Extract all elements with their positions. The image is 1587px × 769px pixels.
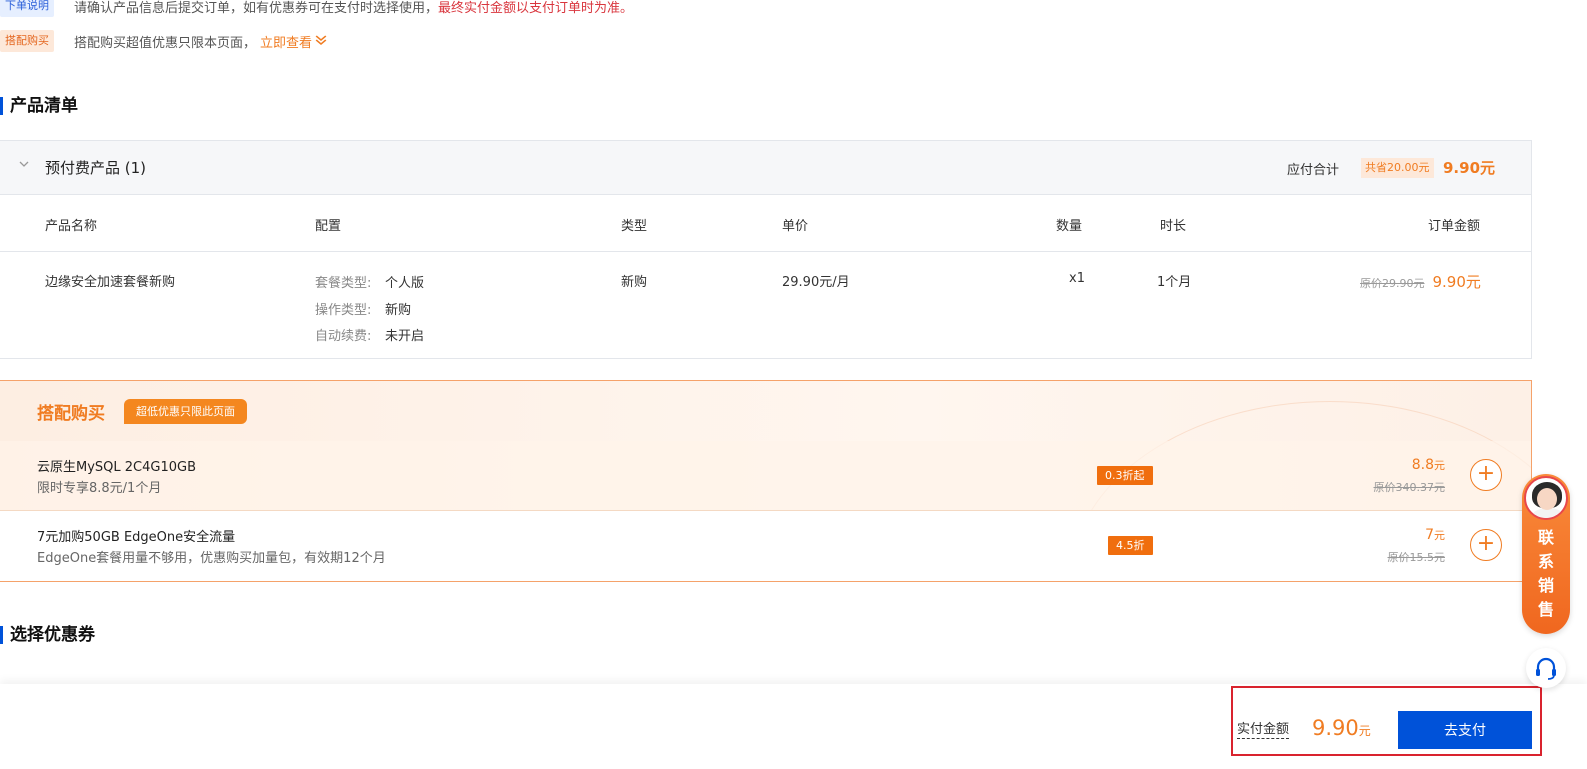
- product-list: 预付费产品 (1) 应付合计 共省20.00元 9.90元 产品名称 配置 类型…: [0, 140, 1532, 359]
- contact-sales-label: 联 系 销 售: [1537, 528, 1554, 619]
- combo-item-name: 云原生MySQL 2C4G10GB: [37, 460, 196, 475]
- product-unit-price: 29.90元/月: [782, 275, 850, 290]
- headset-icon[interactable]: [1526, 648, 1566, 688]
- coupon-section-title: 选择优惠券: [0, 624, 95, 646]
- config-auto-renew: 自动续费: 未开启: [315, 329, 425, 344]
- product-name: 边缘安全加速套餐新购: [45, 275, 176, 290]
- combo-item-original-price: 原价340.37元: [1373, 481, 1446, 494]
- discount-tag: 4.5折: [1108, 536, 1153, 555]
- sum-price: 9.90元: [1443, 159, 1496, 177]
- combo-item-name: 7元加购50GB EdgeOne安全流量: [37, 530, 236, 545]
- column-header-unit-price: 单价: [782, 219, 809, 234]
- pay-button[interactable]: 去支付: [1398, 711, 1532, 749]
- column-header-amount: 订单金额: [1428, 219, 1481, 234]
- column-header-config: 配置: [315, 219, 342, 234]
- contact-sales-button[interactable]: 联 系 销 售: [1522, 474, 1570, 634]
- discount-tag: 0.3折起: [1097, 466, 1153, 485]
- column-header-quantity: 数量: [1056, 219, 1083, 234]
- avatar: [1524, 476, 1568, 520]
- pay-amount: 9.90元: [1312, 716, 1371, 740]
- combo-item: 云原生MySQL 2C4G10GB 限时专享8.8元/1个月 0.3折起 8.8…: [0, 441, 1531, 511]
- combo-item-desc: 限时专享8.8元/1个月: [37, 481, 162, 496]
- prepaid-group-header[interactable]: 预付费产品 (1) 应付合计 共省20.00元 9.90元: [0, 141, 1531, 195]
- combo-badge: 超低优惠只限此页面: [124, 399, 247, 424]
- header-divider: [0, 251, 1531, 252]
- order-notice-text: 请确认产品信息后提交订单，如有优惠券可在支付时选择使用，最终实付金额以支付订单时…: [74, 0, 634, 16]
- order-notice-warning: 最终实付金额以支付订单时为准。: [438, 0, 634, 16]
- combo-item-price: 8.8元: [1411, 457, 1445, 473]
- add-traffic-button[interactable]: +: [1470, 529, 1502, 561]
- combo-item: 7元加购50GB EdgeOne安全流量 EdgeOne套餐用量不够用，优惠购买…: [0, 511, 1531, 581]
- pay-amount-label[interactable]: 实付金额: [1237, 721, 1290, 739]
- product-type: 新购: [621, 275, 648, 290]
- product-duration: 1个月: [1157, 275, 1192, 290]
- double-chevron-down-icon[interactable]: [315, 34, 327, 48]
- product-quantity: x1: [1069, 271, 1085, 286]
- combo-notice-text: 搭配购买超值优惠只限本页面，: [74, 35, 257, 51]
- config-operation: 操作类型: 新购: [315, 302, 412, 318]
- combo-notice-tag: 搭配购买: [0, 30, 54, 52]
- combo-purchase-panel: 搭配购买 超低优惠只限此页面 云原生MySQL 2C4G10GB 限时专享8.8…: [0, 380, 1532, 582]
- config-plan: 套餐类型: 个人版: [315, 276, 425, 291]
- combo-item-price: 7元: [1425, 527, 1445, 543]
- product-section-title: 产品清单: [0, 95, 78, 117]
- original-price: 原价29.90元: [1360, 277, 1425, 290]
- combo-title: 搭配购买: [37, 404, 105, 424]
- product-amount: 原价29.90元 9.90元: [1360, 271, 1481, 292]
- add-mysql-button[interactable]: +: [1470, 459, 1502, 491]
- product-config: 套餐类型: 个人版 操作类型: 新购 自动续费: 未开启: [315, 271, 424, 351]
- chevron-down-icon[interactable]: [18, 158, 30, 173]
- save-badge: 共省20.00元: [1361, 158, 1434, 178]
- column-header-type: 类型: [621, 219, 648, 234]
- combo-notice: 搭配购买 搭配购买超值优惠只限本页面， 立即查看: [0, 29, 327, 53]
- combo-item-original-price: 原价15.5元: [1387, 551, 1446, 564]
- combo-item-desc: EdgeOne套餐用量不够用，优惠购买加量包，有效期12个月: [37, 551, 386, 566]
- final-price: 9.90元: [1432, 273, 1481, 291]
- prepaid-group-title: 预付费产品 (1): [45, 159, 147, 177]
- column-header-name: 产品名称: [45, 219, 98, 234]
- order-notice: 下单说明 请确认产品信息后提交订单，如有优惠券可在支付时选择使用，最终实付金额以…: [0, 0, 633, 18]
- column-header-duration: 时长: [1160, 219, 1187, 234]
- view-now-link[interactable]: 立即查看: [260, 32, 312, 51]
- sum-label: 应付合计: [1287, 163, 1340, 178]
- order-notice-tag: 下单说明: [0, 0, 54, 17]
